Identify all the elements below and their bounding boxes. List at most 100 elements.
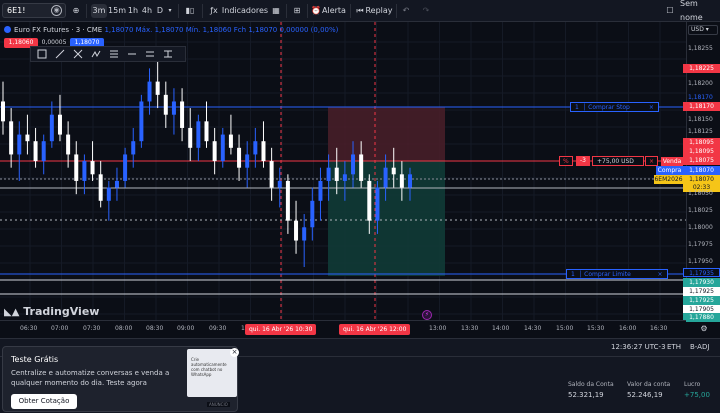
layout-icon[interactable]: ⊞ <box>291 4 303 18</box>
session-toggle[interactable]: ETH <box>667 343 681 351</box>
layout-name[interactable]: Sem nome <box>680 0 720 22</box>
price-tick: 1,18050 <box>688 190 713 197</box>
symbol-info-icon[interactable]: ◉ <box>51 5 62 16</box>
candle-body <box>351 154 356 175</box>
close-icon[interactable]: × <box>230 348 239 357</box>
profit-label: Lucro <box>684 381 701 388</box>
timeframe-1h[interactable]: 1h <box>127 4 139 18</box>
price-tick: 1,18000 <box>688 224 713 231</box>
buy-stop-order-label[interactable]: 1 │ Comprar Stop × <box>570 102 659 112</box>
candle-body <box>49 114 54 142</box>
line-tool-icon[interactable] <box>55 49 65 59</box>
timeframe-dropdown-icon[interactable]: ▾ <box>166 4 174 18</box>
time-tick: 13:30 <box>461 325 479 332</box>
candle-body <box>277 180 282 188</box>
promo-cta-button[interactable]: Obter Cotação <box>11 394 77 409</box>
position-qty[interactable]: -3 <box>576 156 590 166</box>
candle-body <box>163 94 168 115</box>
candle-body <box>33 141 38 162</box>
checkbox-icon[interactable]: ☐ <box>665 4 675 18</box>
indicators-icon[interactable]: ƒx <box>207 4 221 18</box>
buy-limit-order-label[interactable]: 1 │ Comprar Limite × <box>566 269 668 279</box>
candle-body <box>399 174 404 188</box>
tp-price-tag: 1,18095 <box>683 138 720 147</box>
candle-body <box>180 101 185 128</box>
channel-tool-icon[interactable] <box>145 49 155 59</box>
symbol-text: 6E1! <box>7 6 26 15</box>
crosshair-time-marker-1: qui. 16 Abr '26 10:30 <box>245 324 317 335</box>
candle-body <box>391 167 396 175</box>
redo-icon[interactable]: ↷ <box>420 4 432 18</box>
toolbar-divider <box>396 4 397 18</box>
profit-value: +75,00 <box>684 391 710 399</box>
indicators-button[interactable]: Indicadores <box>222 4 268 18</box>
rectangle-tool-icon[interactable] <box>37 49 47 59</box>
currency-selector[interactable]: USD ▾ <box>688 25 718 35</box>
measure-tool-icon[interactable] <box>163 49 173 59</box>
timeframe-d[interactable]: D <box>155 4 165 18</box>
position-side-icon[interactable]: % <box>559 156 573 166</box>
buy-stop-text: Comprar Stop <box>588 104 630 111</box>
timeframe-4h[interactable]: 4h <box>141 4 153 18</box>
candle-body <box>1 101 5 122</box>
candle-body <box>147 81 152 102</box>
low-price-tag-2: 1,17925 <box>683 287 720 296</box>
crossline-tool-icon[interactable] <box>73 49 83 59</box>
ray-tool-icon[interactable] <box>127 49 137 59</box>
equity-value: 52.246,19 <box>627 391 663 399</box>
alert-icon[interactable]: ⏰ <box>310 4 322 18</box>
candle-body <box>294 220 299 241</box>
price-tick: 1,18125 <box>688 128 713 135</box>
legend-ohlc: 1,18070 Máx. 1,18070 Mín. 1,18060 Fch 1,… <box>104 26 339 34</box>
crosshair-time-marker-2: qui. 16 Abr '26 12:00 <box>339 324 411 335</box>
undo-icon[interactable]: ↶ <box>400 4 412 18</box>
candle-body <box>188 127 193 148</box>
sell-price-label: Venda <box>661 157 683 166</box>
timeframe-15m[interactable]: 15m <box>108 4 126 18</box>
axis-settings-icon[interactable]: ⚙ <box>690 322 718 336</box>
symbol-search-input[interactable]: 6E1! ◉ <box>2 3 66 18</box>
chart-area[interactable]: Euro FX Futures · 3 · CME 1,18070 Máx. 1… <box>0 22 686 320</box>
buy-price-tag: 1,18070 <box>683 166 720 175</box>
toolbar-divider <box>307 4 308 18</box>
candle-body <box>245 154 250 168</box>
toolbar-divider <box>350 4 351 18</box>
candle-body <box>196 121 201 148</box>
clock[interactable]: 12:36:27 UTC-3 <box>611 343 666 351</box>
add-symbol-icon[interactable]: ⊕ <box>70 4 82 18</box>
time-tick: 14:00 <box>492 325 510 332</box>
time-tick: 09:30 <box>209 325 227 332</box>
time-axis[interactable]: 06:30 07:00 07:30 08:00 08:30 09:00 09:3… <box>0 320 686 338</box>
candle-body <box>237 147 242 168</box>
path-tool-icon[interactable] <box>91 49 101 59</box>
replay-button[interactable]: Replay <box>365 4 392 18</box>
timeframe-3m[interactable]: 3m <box>91 4 107 18</box>
price-tick: 1,18170 <box>688 94 713 101</box>
candle-body <box>261 141 266 162</box>
time-tick: 16:30 <box>650 325 668 332</box>
chart-type-icon[interactable]: ▮▯ <box>183 4 197 18</box>
toolbar-divider <box>178 4 179 18</box>
event-flash-icon[interactable]: ⚡ <box>422 310 432 320</box>
candle-body <box>310 200 315 228</box>
candle-body <box>408 174 412 188</box>
promo-popup[interactable]: Teste Grátis Centralize e automatize con… <box>2 346 239 412</box>
chart-legend[interactable]: Euro FX Futures · 3 · CME 1,18070 Máx. 1… <box>4 26 338 34</box>
candle-body <box>359 154 364 181</box>
close-position-icon[interactable]: × <box>645 156 659 166</box>
candle-body <box>123 154 128 181</box>
templates-icon[interactable]: ▦ <box>270 4 282 18</box>
alert-button[interactable]: Alerta <box>322 4 346 18</box>
candle-body <box>367 180 372 221</box>
time-tick: 13:00 <box>429 325 447 332</box>
adjustment-toggle[interactable]: B-ADJ <box>690 343 709 351</box>
candle-body <box>285 180 290 221</box>
replay-icon[interactable]: ⏮ <box>354 4 366 18</box>
fib-tool-icon[interactable] <box>109 49 119 59</box>
candle-body <box>17 134 22 155</box>
candle-body <box>114 180 119 188</box>
low-price-tag: 1,17930 <box>683 278 720 287</box>
candle-body <box>302 227 307 241</box>
time-tick: 14:30 <box>524 325 542 332</box>
candle-body <box>318 180 323 201</box>
